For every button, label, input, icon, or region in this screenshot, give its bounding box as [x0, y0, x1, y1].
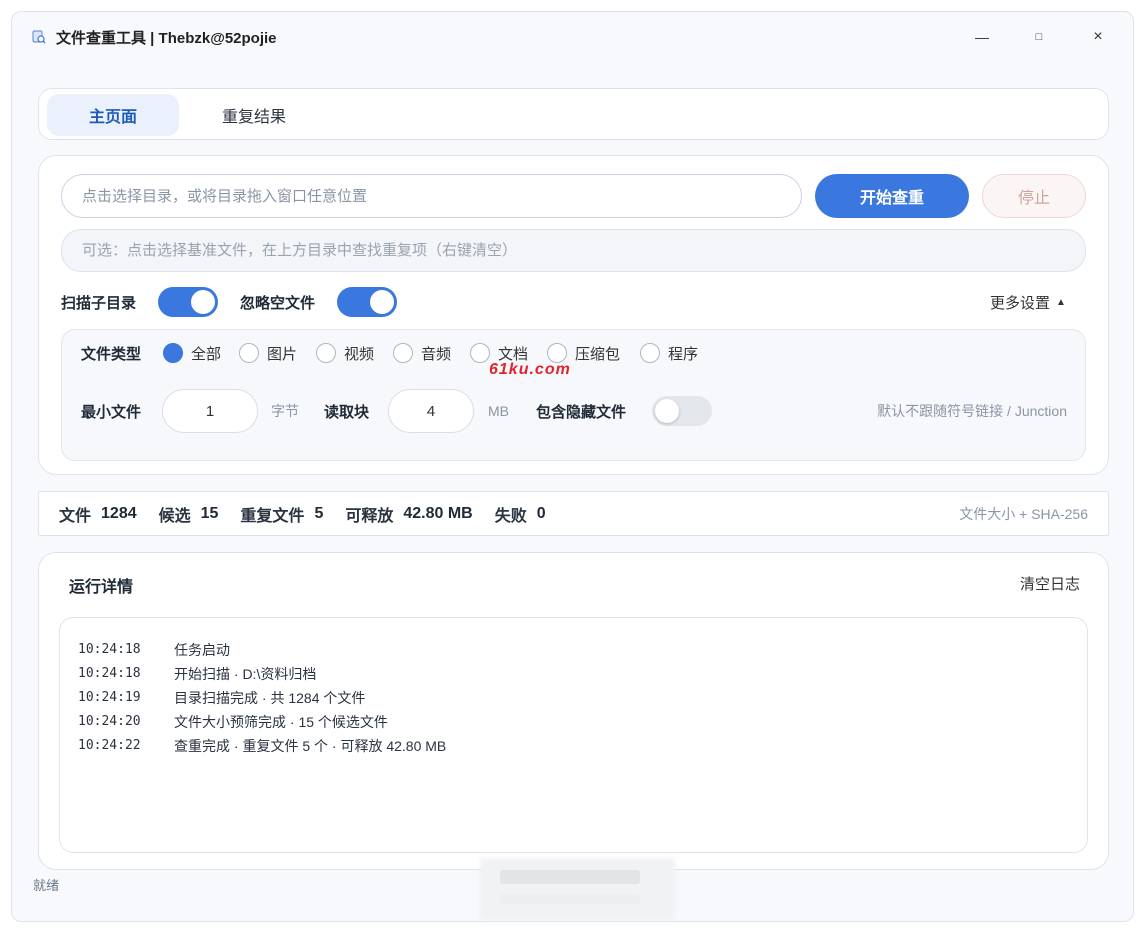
title-bar: 文件查重工具 | Thebzk@52pojie [12, 12, 1133, 62]
window-title: 文件查重工具 | Thebzk@52pojie [56, 29, 277, 47]
stat-value: 42.80 MB [403, 504, 473, 522]
log-time: 10:24:18 [78, 666, 141, 681]
radio-label: 音频 [421, 345, 452, 363]
radio-label: 视频 [344, 345, 375, 363]
stat-failed: 失败 0 [495, 502, 546, 526]
more-settings-button[interactable]: 更多设置 ▲ [990, 287, 1066, 317]
log-entry: 10:24:19 目录扫描完成 · 共 1284 个文件 [78, 686, 1069, 710]
read-block-unit: MB [488, 403, 509, 419]
stat-duplicates: 重复文件 5 [240, 502, 323, 526]
ignore-empty-toggle[interactable] [337, 287, 397, 317]
settings-panel: 文件类型 全部 图片 视频 音频 文档 压缩包 程序 61ku.com 最小文件… [61, 329, 1086, 461]
chevron-up-icon: ▲ [1056, 296, 1066, 308]
stop-button[interactable]: 停止 [982, 174, 1086, 218]
app-icon [32, 30, 46, 44]
directory-input[interactable] [61, 174, 802, 218]
read-block-label: 读取块 [324, 403, 370, 421]
tab-bar: 主页面 重复结果 [38, 88, 1109, 140]
log-time: 10:24:20 [78, 714, 141, 729]
stat-files: 文件 1284 [59, 502, 137, 526]
stat-label: 重复文件 [240, 507, 305, 525]
radio-all[interactable]: 全部 [163, 340, 221, 366]
log-message: 文件大小预筛完成 · 15 个候选文件 [174, 714, 388, 730]
symlink-note: 默认不跟随符号链接 / Junction [877, 403, 1067, 419]
blurred-text [500, 894, 640, 904]
file-type-label: 文件类型 [81, 345, 142, 363]
clear-log-button[interactable]: 清空日志 [1020, 573, 1080, 594]
stat-label: 候选 [158, 507, 191, 525]
radio-dot [239, 343, 259, 363]
hash-algorithm: 文件大小 + SHA-256 [959, 505, 1088, 522]
log-message: 任务启动 [174, 642, 230, 658]
radio-audio[interactable]: 音频 [393, 340, 451, 366]
minimize-button[interactable]: — [967, 24, 997, 50]
radio-label: 程序 [668, 345, 699, 363]
log-entry: 10:24:22 查重完成 · 重复文件 5 个 · 可释放 42.80 MB [78, 734, 1069, 758]
log-output[interactable]: 10:24:18 任务启动 10:24:18 开始扫描 · D:\资料归档 10:2… [59, 617, 1088, 853]
start-button[interactable]: 开始查重 [815, 174, 969, 218]
log-message: 查重完成 · 重复文件 5 个 · 可释放 42.80 MB [174, 738, 447, 754]
stat-label: 失败 [494, 507, 527, 525]
radio-program[interactable]: 程序 [640, 340, 698, 366]
stat-value: 15 [200, 504, 219, 522]
radio-label: 压缩包 [575, 345, 621, 363]
blurred-overlay [480, 858, 675, 920]
hidden-files-toggle[interactable] [652, 396, 712, 426]
radio-dot [163, 343, 183, 363]
radio-dot [470, 343, 490, 363]
stat-label: 文件 [59, 507, 92, 525]
log-entry: 10:24:18 任务启动 [78, 638, 1069, 662]
tab-main[interactable]: 主页面 [47, 94, 179, 136]
watermark: 61ku.com [489, 361, 571, 378]
main-panel: 开始查重 停止 扫描子目录 忽略空文件 更多设置 ▲ 文件类型 全部 图片 视频… [38, 155, 1109, 475]
read-block-input[interactable] [388, 389, 474, 433]
toggle-knob [191, 290, 215, 314]
toggle-knob [655, 399, 679, 423]
log-time: 10:24:22 [78, 738, 141, 753]
app-window: 文件查重工具 | Thebzk@52pojie — □ × 主页面 重复结果 开… [11, 11, 1134, 922]
min-file-unit: 字节 [271, 403, 299, 419]
min-file-input[interactable] [162, 389, 258, 433]
radio-label: 图片 [267, 345, 298, 363]
stat-label: 可释放 [345, 507, 394, 525]
stat-freeable: 可释放 42.80 MB [345, 502, 472, 526]
radio-dot [393, 343, 413, 363]
log-title: 运行详情 [69, 579, 134, 596]
ignore-empty-label: 忽略空文件 [240, 294, 316, 312]
log-time: 10:24:19 [78, 690, 141, 705]
stat-candidates: 候选 15 [159, 502, 219, 526]
scan-subdirs-toggle[interactable] [158, 287, 218, 317]
radio-dot [547, 343, 567, 363]
hidden-files-label: 包含隐藏文件 [536, 403, 627, 421]
tab-duplicate-results[interactable]: 重复结果 [199, 94, 309, 136]
log-message: 目录扫描完成 · 共 1284 个文件 [174, 690, 366, 706]
log-panel: 运行详情 清空日志 10:24:18 任务启动 10:24:18 开始扫描 · D:… [38, 552, 1109, 870]
radio-video[interactable]: 视频 [316, 340, 374, 366]
stat-value: 1284 [101, 504, 137, 522]
log-entry: 10:24:20 文件大小预筛完成 · 15 个候选文件 [78, 710, 1069, 734]
stat-value: 0 [536, 504, 546, 522]
blurred-text [500, 870, 640, 884]
log-entry: 10:24:18 开始扫描 · D:\资料归档 [78, 662, 1069, 686]
maximize-button[interactable]: □ [1024, 24, 1054, 50]
stat-value: 5 [314, 504, 324, 522]
radio-dot [316, 343, 336, 363]
status-text: 就绪 [33, 878, 60, 893]
toggle-knob [370, 290, 394, 314]
min-file-label: 最小文件 [81, 403, 142, 421]
scan-subdirs-label: 扫描子目录 [61, 294, 137, 312]
radio-label: 全部 [191, 345, 222, 363]
radio-image[interactable]: 图片 [239, 340, 297, 366]
base-file-input[interactable] [61, 229, 1086, 272]
stats-bar: 文件 1284 候选 15 重复文件 5 可释放 42.80 MB 失败 0 文件大小 +… [38, 491, 1109, 536]
log-message: 开始扫描 · D:\资料归档 [174, 666, 317, 682]
log-time: 10:24:18 [78, 642, 141, 657]
more-settings-label: 更多设置 [990, 294, 1051, 312]
radio-dot [640, 343, 660, 363]
close-button[interactable]: × [1083, 24, 1113, 50]
